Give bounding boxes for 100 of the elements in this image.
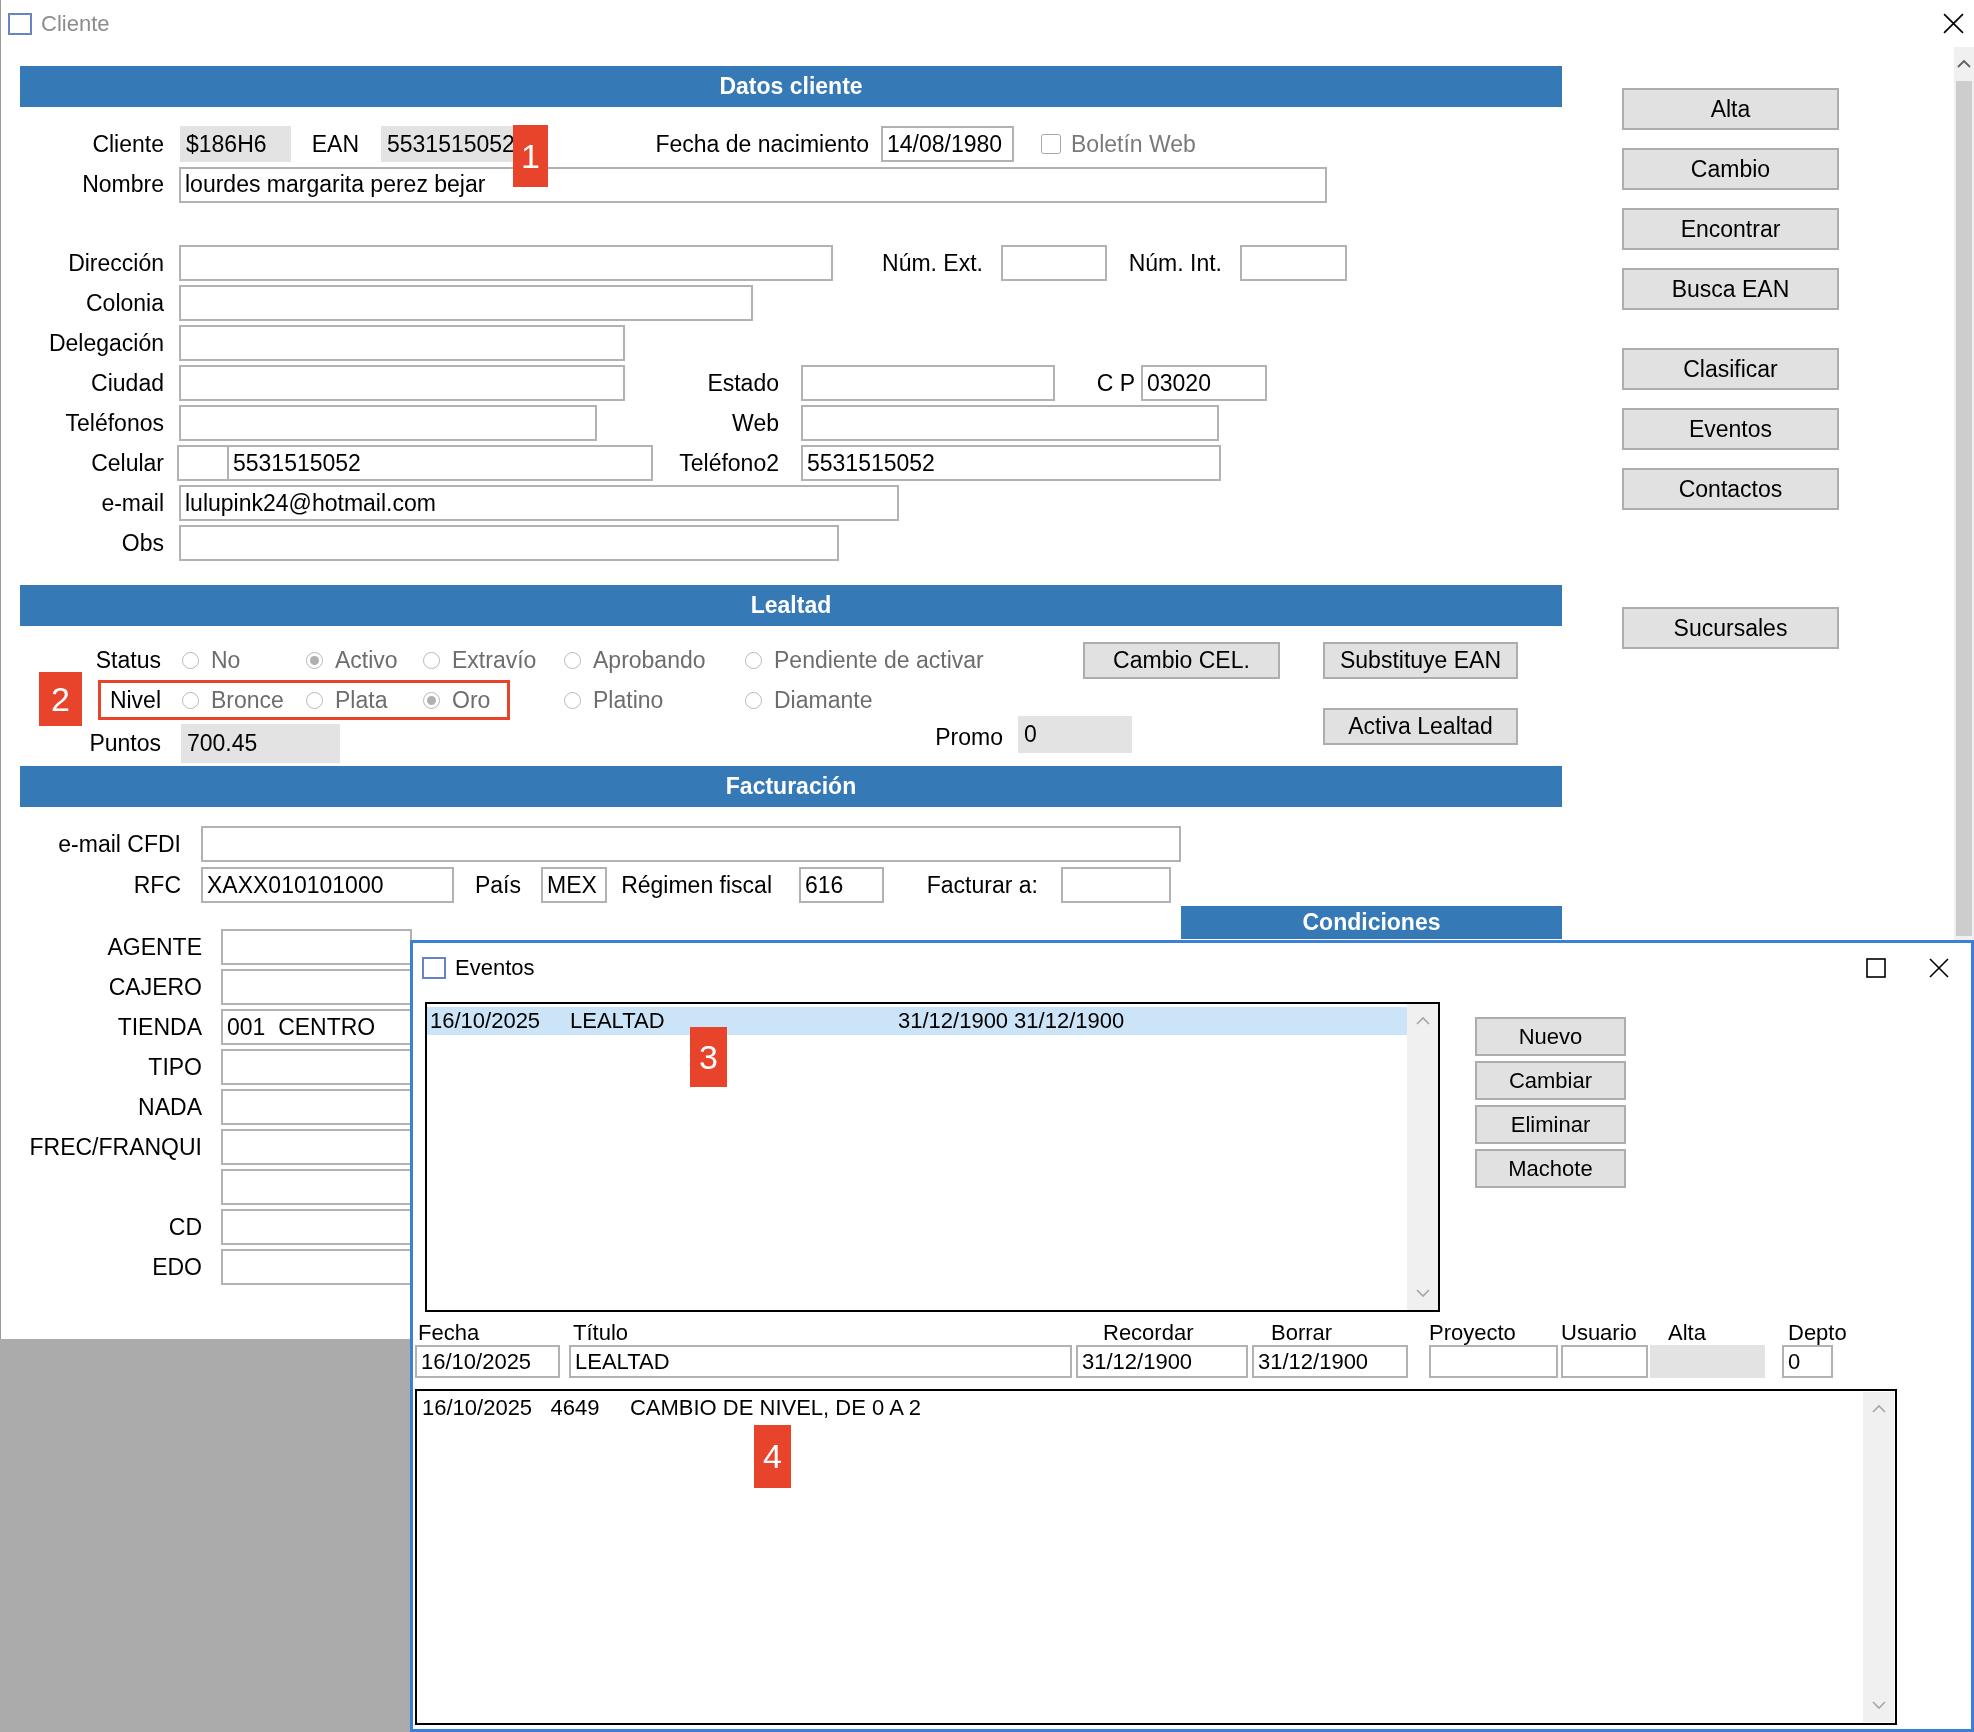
input-field[interactable]: 03020 <box>1141 365 1267 401</box>
field-label: RFC <box>133 871 181 899</box>
callout-marker: 2 <box>39 672 82 726</box>
input-field[interactable]: lulupink24@hotmail.com <box>179 485 899 521</box>
input-field[interactable]: MEX <box>541 867 607 903</box>
input-field[interactable] <box>179 325 625 361</box>
field-label: Cliente <box>92 130 164 158</box>
action-button[interactable]: Sucursales <box>1622 607 1839 649</box>
scroll-thumb[interactable] <box>1956 81 1972 936</box>
readonly-field[interactable]: $186H6 <box>180 126 291 162</box>
section-header: Condiciones <box>1181 906 1562 939</box>
input-field[interactable] <box>179 525 839 561</box>
field-label: Núm. Ext. <box>882 249 983 277</box>
action-button[interactable]: Cambio CEL. <box>1083 641 1280 679</box>
action-button[interactable]: Eventos <box>1622 408 1839 450</box>
notes-area[interactable]: 16/10/2025 4649 CAMBIO DE NIVEL, DE 0 A 2 4 <box>415 1389 1897 1725</box>
chevron-down-icon[interactable] <box>1415 1289 1430 1298</box>
action-button[interactable]: Contactos <box>1622 468 1839 510</box>
field-label: TIPO <box>148 1053 202 1081</box>
input-field[interactable]: 616 <box>799 867 884 903</box>
input-field[interactable] <box>221 929 412 965</box>
field-label: Web <box>732 409 779 437</box>
input-field[interactable] <box>1061 867 1171 903</box>
action-button[interactable]: Clasificar <box>1622 348 1839 390</box>
input-field[interactable]: 001 CENTRO <box>221 1009 412 1045</box>
input-field[interactable] <box>801 405 1219 441</box>
event-title: LEALTAD <box>570 1008 665 1034</box>
checkbox-label: Boletín Web <box>1071 130 1196 158</box>
radio-label: Extravío <box>452 646 537 674</box>
input-field[interactable]: LEALTAD <box>569 1345 1072 1378</box>
field-label: CD <box>168 1213 202 1241</box>
action-button[interactable]: Activa Lealtad <box>1323 708 1518 745</box>
radio-label: Activo <box>335 646 398 674</box>
field-label: EAN <box>311 130 359 158</box>
scrollbar[interactable] <box>1407 1004 1438 1310</box>
input-field[interactable]: 0 <box>1782 1345 1833 1378</box>
event-date: 16/10/2025 <box>430 1008 541 1034</box>
radio-label: Bronce <box>211 686 284 714</box>
input-field[interactable] <box>1429 1345 1558 1378</box>
section-header: Facturación <box>20 766 1562 807</box>
input-field[interactable]: 14/08/1980 <box>881 126 1014 162</box>
input-field[interactable]: 5531515052 <box>801 445 1221 481</box>
input-field[interactable] <box>1001 245 1107 281</box>
window-icon <box>8 12 32 35</box>
list-row[interactable]: 16/10/2025 LEALTAD 31/12/1900 31/12/1900 <box>427 1007 1407 1035</box>
close-button[interactable] <box>1943 13 1964 34</box>
input-field[interactable] <box>179 245 833 281</box>
readonly-field[interactable]: 700.45 <box>181 723 340 763</box>
input-field[interactable] <box>177 445 229 481</box>
field-label: CAJERO <box>108 973 202 1001</box>
input-field[interactable] <box>1240 245 1347 281</box>
input-field[interactable] <box>221 969 412 1005</box>
input-field[interactable] <box>1561 1345 1648 1378</box>
action-button[interactable]: Cambio <box>1622 148 1839 190</box>
input-field[interactable] <box>801 365 1055 401</box>
input-field[interactable]: 16/10/2025 <box>415 1345 560 1378</box>
scrollbar[interactable] <box>1863 1392 1894 1722</box>
maximize-button[interactable] <box>1866 957 1886 978</box>
action-button[interactable]: Busca EAN <box>1622 268 1839 310</box>
field-label: FREC/FRANQUI <box>29 1133 202 1161</box>
action-button[interactable]: Machote <box>1475 1149 1626 1188</box>
readonly-field[interactable]: 0 <box>1018 715 1132 753</box>
radio-label: Aprobando <box>593 646 706 674</box>
field-label: Recordar <box>1103 1321 1194 1345</box>
field-label: Teléfonos <box>65 409 164 437</box>
radio-label: Oro <box>452 686 491 714</box>
action-button[interactable]: Eliminar <box>1475 1105 1626 1144</box>
window-title: Eventos <box>455 954 535 981</box>
chevron-down-icon[interactable] <box>1871 1701 1886 1710</box>
action-button[interactable]: Alta <box>1622 88 1839 130</box>
input-field[interactable] <box>179 285 753 321</box>
input-field[interactable] <box>179 405 597 441</box>
remind-date: 31/12/1900 <box>898 1008 1009 1034</box>
field-label: Facturar a: <box>926 871 1038 899</box>
action-button[interactable]: Nuevo <box>1475 1017 1626 1056</box>
input-field[interactable] <box>221 1049 412 1085</box>
action-button[interactable]: Encontrar <box>1622 208 1839 250</box>
readonly-field[interactable] <box>1650 1345 1765 1378</box>
input-field[interactable] <box>221 1089 412 1125</box>
input-field[interactable] <box>221 1209 412 1245</box>
input-field[interactable] <box>221 1129 412 1165</box>
input-field[interactable]: 5531515052 <box>227 445 653 481</box>
radio-label: Plata <box>335 686 388 714</box>
input-field[interactable] <box>179 365 625 401</box>
event-list[interactable]: 16/10/2025 LEALTAD 31/12/1900 31/12/1900 3 <box>425 1002 1440 1312</box>
input-field[interactable] <box>221 1169 412 1205</box>
input-field[interactable]: 31/12/1900 <box>1252 1345 1408 1378</box>
input-field[interactable]: XAXX010101000 <box>201 867 454 903</box>
readonly-field[interactable]: 5531515052 <box>381 126 513 162</box>
field-label: Núm. Int. <box>1128 249 1222 277</box>
action-button[interactable]: Substituye EAN <box>1323 641 1518 679</box>
action-button[interactable]: Cambiar <box>1475 1061 1626 1100</box>
chevron-up-icon[interactable] <box>1957 59 1971 68</box>
close-button[interactable] <box>1929 957 1949 978</box>
input-field[interactable]: 31/12/1900 <box>1076 1345 1248 1378</box>
close-icon <box>1929 957 1949 978</box>
field-label: Fecha de nacimiento <box>655 130 869 158</box>
field-label: Fecha <box>418 1321 480 1345</box>
input-field[interactable] <box>221 1249 412 1285</box>
input-field[interactable] <box>201 826 1181 862</box>
